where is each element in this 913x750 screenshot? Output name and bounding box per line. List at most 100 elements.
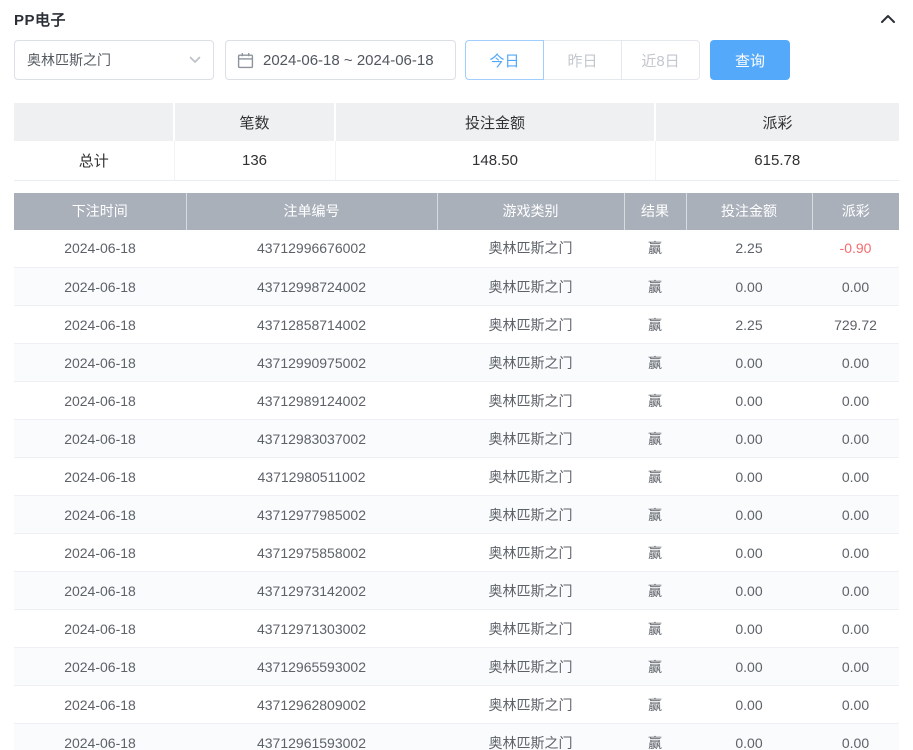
game-select-value: 奥林匹斯之门 xyxy=(27,50,111,70)
date-range-picker[interactable]: 2024-06-18 ~ 2024-06-18 xyxy=(225,40,456,80)
cell-result: 赢 xyxy=(624,306,686,344)
cell-result: 赢 xyxy=(624,610,686,648)
header-payout: 派彩 xyxy=(812,193,899,230)
table-row: 2024-06-1843712983037002奥林匹斯之门赢0.000.00 xyxy=(14,420,899,458)
collapse-chevron-icon[interactable] xyxy=(877,10,899,28)
cell-time: 2024-06-18 xyxy=(14,268,186,306)
cell-order: 43712962809002 xyxy=(186,686,437,724)
cell-order: 43712971303002 xyxy=(186,610,437,648)
cell-payout: 0.00 xyxy=(812,382,899,420)
cell-result: 赢 xyxy=(624,534,686,572)
table-row: 2024-06-1843712977985002奥林匹斯之门赢0.000.00 xyxy=(14,496,899,534)
chevron-down-icon xyxy=(189,56,201,64)
summary-total-bet-amount: 148.50 xyxy=(335,141,655,180)
cell-game: 奥林匹斯之门 xyxy=(437,534,624,572)
cell-result: 赢 xyxy=(624,382,686,420)
table-header-row: 下注时间 注单编号 游戏类别 结果 投注金额 派彩 xyxy=(14,193,899,230)
table-row: 2024-06-1843712998724002奥林匹斯之门赢0.000.00 xyxy=(14,268,899,306)
summary-total-payout: 615.78 xyxy=(655,141,899,180)
filter-bar: 奥林匹斯之门 2024-06-18 ~ 2024-06-18 今日 昨日 近8日… xyxy=(14,40,899,80)
header-order-number: 注单编号 xyxy=(186,193,437,230)
cell-result: 赢 xyxy=(624,724,686,750)
summary-total-row: 总计 136 148.50 615.78 xyxy=(14,141,899,180)
cell-order: 43712965593002 xyxy=(186,648,437,686)
summary-total-label: 总计 xyxy=(14,141,174,180)
table-row: 2024-06-1843712973142002奥林匹斯之门赢0.000.00 xyxy=(14,572,899,610)
date-range-value: 2024-06-18 ~ 2024-06-18 xyxy=(263,52,434,69)
page-title: PP电子 xyxy=(14,9,66,30)
yesterday-button[interactable]: 昨日 xyxy=(543,40,622,80)
cell-game: 奥林匹斯之门 xyxy=(437,458,624,496)
bet-table-body: 2024-06-1843712996676002奥林匹斯之门赢2.25-0.90… xyxy=(14,230,899,750)
table-row: 2024-06-1843712858714002奥林匹斯之门赢2.25729.7… xyxy=(14,306,899,344)
table-row: 2024-06-1843712975858002奥林匹斯之门赢0.000.00 xyxy=(14,534,899,572)
cell-game: 奥林匹斯之门 xyxy=(437,382,624,420)
cell-result: 赢 xyxy=(624,420,686,458)
game-select[interactable]: 奥林匹斯之门 xyxy=(14,40,214,80)
cell-game: 奥林匹斯之门 xyxy=(437,724,624,750)
cell-order: 43712977985002 xyxy=(186,496,437,534)
cell-time: 2024-06-18 xyxy=(14,344,186,382)
summary-header-row: 笔数 投注金额 派彩 xyxy=(14,103,899,141)
cell-payout: 0.00 xyxy=(812,724,899,750)
table-row: 2024-06-1843712971303002奥林匹斯之门赢0.000.00 xyxy=(14,610,899,648)
query-button[interactable]: 查询 xyxy=(710,40,790,80)
cell-order: 43712858714002 xyxy=(186,306,437,344)
quick-date-button-group: 今日 昨日 近8日 xyxy=(465,40,700,80)
cell-order: 43712973142002 xyxy=(186,572,437,610)
cell-game: 奥林匹斯之门 xyxy=(437,306,624,344)
chevron-up-icon xyxy=(879,12,897,26)
cell-bet: 0.00 xyxy=(686,724,812,750)
cell-result: 赢 xyxy=(624,648,686,686)
cell-bet: 0.00 xyxy=(686,572,812,610)
table-row: 2024-06-1843712996676002奥林匹斯之门赢2.25-0.90 xyxy=(14,230,899,268)
summary-header-count: 笔数 xyxy=(174,103,335,141)
cell-payout: 0.00 xyxy=(812,420,899,458)
last8days-button[interactable]: 近8日 xyxy=(621,40,700,80)
pp-game-panel: PP电子 奥林匹斯之门 2024-06-18 ~ 2024-06-18 今日 xyxy=(0,0,913,750)
cell-payout: 0.00 xyxy=(812,458,899,496)
cell-payout: 0.00 xyxy=(812,610,899,648)
cell-time: 2024-06-18 xyxy=(14,496,186,534)
cell-game: 奥林匹斯之门 xyxy=(437,648,624,686)
cell-time: 2024-06-18 xyxy=(14,534,186,572)
cell-payout: 0.00 xyxy=(812,534,899,572)
cell-result: 赢 xyxy=(624,572,686,610)
calendar-icon xyxy=(237,52,254,69)
today-button[interactable]: 今日 xyxy=(465,40,544,80)
bet-records-table: 下注时间 注单编号 游戏类别 结果 投注金额 派彩 2024-06-184371… xyxy=(14,193,899,750)
cell-game: 奥林匹斯之门 xyxy=(437,344,624,382)
cell-bet: 0.00 xyxy=(686,610,812,648)
cell-bet: 0.00 xyxy=(686,382,812,420)
cell-time: 2024-06-18 xyxy=(14,686,186,724)
cell-payout: 0.00 xyxy=(812,572,899,610)
cell-time: 2024-06-18 xyxy=(14,648,186,686)
summary-header-bet-amount: 投注金额 xyxy=(335,103,655,141)
cell-result: 赢 xyxy=(624,458,686,496)
cell-order: 43712998724002 xyxy=(186,268,437,306)
cell-bet: 0.00 xyxy=(686,496,812,534)
cell-time: 2024-06-18 xyxy=(14,724,186,750)
cell-time: 2024-06-18 xyxy=(14,382,186,420)
cell-game: 奥林匹斯之门 xyxy=(437,230,624,268)
cell-bet: 2.25 xyxy=(686,306,812,344)
cell-payout: 0.00 xyxy=(812,648,899,686)
table-row: 2024-06-1843712962809002奥林匹斯之门赢0.000.00 xyxy=(14,686,899,724)
cell-bet: 2.25 xyxy=(686,230,812,268)
cell-game: 奥林匹斯之门 xyxy=(437,268,624,306)
cell-game: 奥林匹斯之门 xyxy=(437,610,624,648)
cell-game: 奥林匹斯之门 xyxy=(437,572,624,610)
cell-game: 奥林匹斯之门 xyxy=(437,420,624,458)
summary-header-blank xyxy=(14,103,174,141)
cell-bet: 0.00 xyxy=(686,686,812,724)
cell-payout: 0.00 xyxy=(812,344,899,382)
cell-payout: 0.00 xyxy=(812,686,899,724)
cell-game: 奥林匹斯之门 xyxy=(437,496,624,534)
cell-payout: -0.90 xyxy=(812,230,899,268)
cell-time: 2024-06-18 xyxy=(14,230,186,268)
cell-order: 43712961593002 xyxy=(186,724,437,750)
cell-result: 赢 xyxy=(624,268,686,306)
cell-bet: 0.00 xyxy=(686,534,812,572)
summary-table: 笔数 投注金额 派彩 总计 136 148.50 615.78 xyxy=(14,103,899,181)
summary-total-count: 136 xyxy=(174,141,335,180)
